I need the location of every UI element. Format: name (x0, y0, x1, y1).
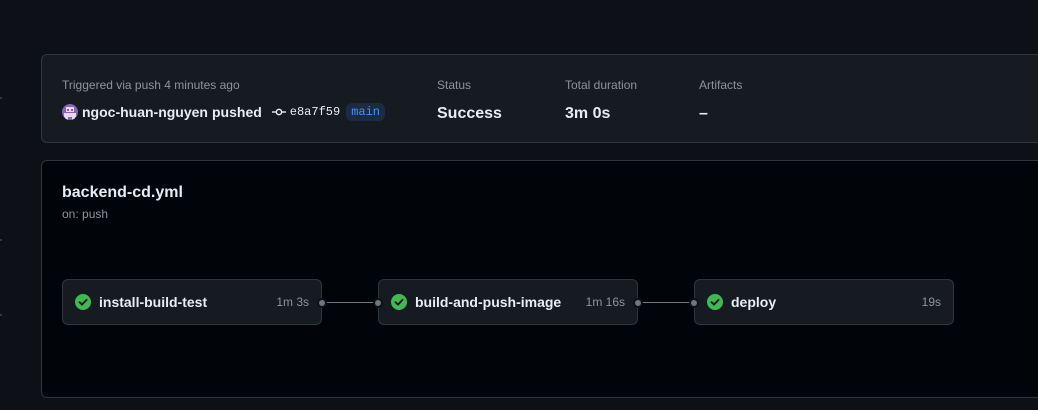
job-deploy[interactable]: deploy 19s (694, 279, 954, 325)
trigger-row: ngoc-huan-nguyen pushed e8a7f59 main (62, 101, 386, 123)
job-build-and-push-image[interactable]: build-and-push-image 1m 16s (378, 279, 638, 325)
artifacts-value: – (699, 105, 708, 122)
rail-marker (0, 314, 2, 316)
job-connector (322, 302, 378, 303)
actor-link[interactable]: ngoc-huan-nguyen (82, 104, 208, 120)
job-duration: 19s (921, 295, 941, 309)
check-circle-icon (707, 294, 723, 310)
workflow-file-name[interactable]: backend-cd.yml (62, 184, 183, 202)
trigger-label: Triggered via push 4 minutes ago (62, 78, 240, 92)
workflow-trigger: on: push (62, 207, 109, 221)
job-duration: 1m 16s (585, 295, 625, 309)
rail-marker (0, 97, 2, 99)
status-section: Status Success (437, 77, 502, 125)
check-circle-icon (391, 294, 407, 310)
trigger-action: pushed (212, 104, 262, 120)
run-summary: Triggered via push 4 minutes ago ngoc-hu… (41, 54, 1038, 143)
branch-badge[interactable]: main (346, 103, 386, 121)
job-duration: 1m 3s (276, 295, 309, 309)
duration-value: 3m 0s (565, 105, 611, 122)
job-name: install-build-test (99, 294, 208, 310)
job-output-port (317, 298, 327, 308)
trigger-section: Triggered via push 4 minutes ago ngoc-hu… (62, 77, 386, 123)
rail-marker (0, 239, 2, 241)
status-label: Status (437, 78, 472, 92)
job-connector (638, 302, 694, 303)
commit-link[interactable]: e8a7f59 (271, 105, 341, 119)
job-input-port (689, 298, 699, 308)
job-install-build-test[interactable]: install-build-test 1m 3s (62, 279, 322, 325)
workflow-graph: backend-cd.yml on: push install-build-te… (41, 160, 1038, 398)
job-name: build-and-push-image (415, 294, 562, 310)
duration-label: Total duration (565, 78, 638, 92)
check-circle-icon (75, 294, 91, 310)
status-value: Success (437, 105, 502, 122)
commit-sha: e8a7f59 (289, 105, 341, 119)
artifacts-section: Artifacts – (699, 77, 742, 125)
duration-section: Total duration 3m 0s (565, 77, 637, 125)
git-commit-icon (271, 108, 286, 116)
job-output-port (633, 298, 643, 308)
job-name: deploy (731, 294, 777, 310)
artifacts-label: Artifacts (699, 78, 743, 92)
job-input-port (373, 298, 383, 308)
avatar[interactable] (62, 104, 78, 120)
